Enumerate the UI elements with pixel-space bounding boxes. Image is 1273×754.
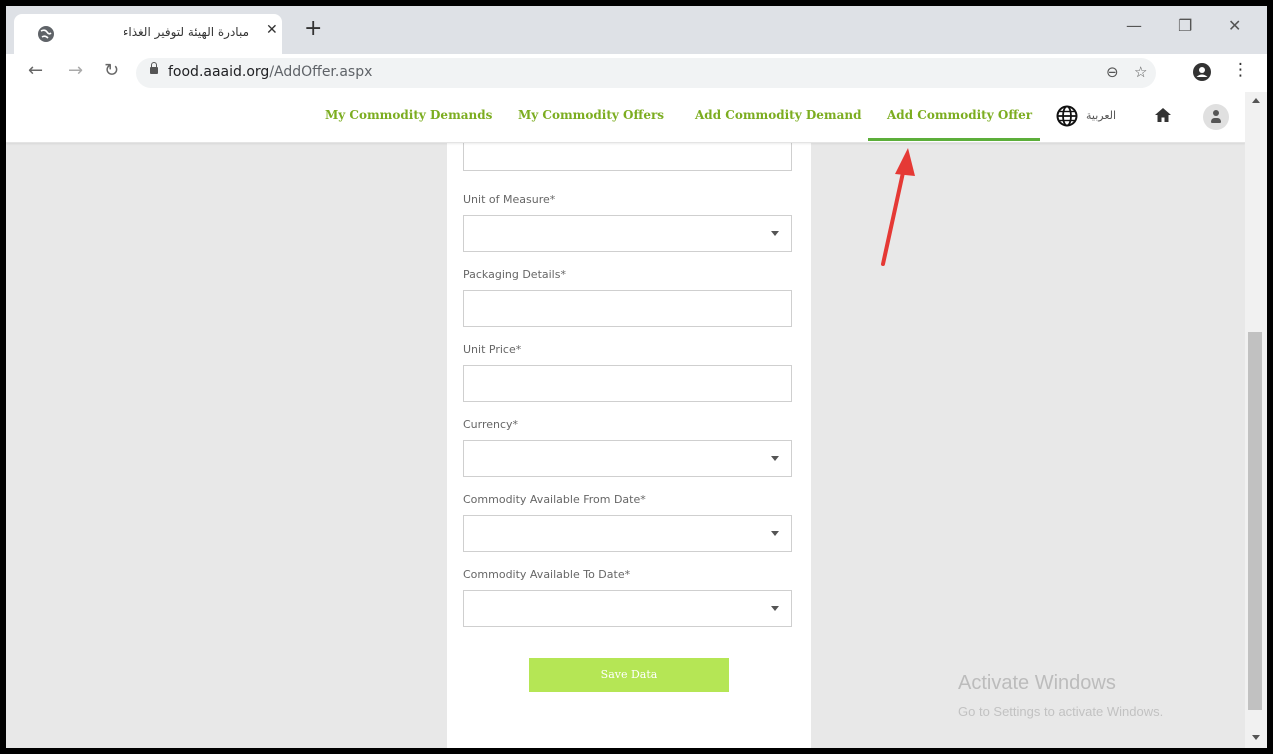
browser-toolbar: ← → ↻ food.aaaid.org/AddOffer.aspx ⊖ ☆ ⋮ <box>6 54 1267 93</box>
new-tab-button[interactable]: + <box>304 18 322 40</box>
scroll-thumb[interactable] <box>1248 332 1262 710</box>
lock-icon <box>150 62 158 74</box>
chevron-down-icon <box>771 606 779 611</box>
minimize-icon[interactable]: — <box>1126 16 1142 35</box>
unit-of-measure-label: Unit of Measure* <box>463 193 556 206</box>
nav-my-commodity-demands[interactable]: My Commodity Demands <box>325 108 492 122</box>
forward-icon[interactable]: → <box>68 60 83 81</box>
available-from-date-label: Commodity Available From Date* <box>463 493 646 506</box>
activate-windows-title: Activate Windows <box>958 672 1116 694</box>
restore-icon[interactable]: ❐ <box>1178 16 1192 35</box>
language-switch[interactable]: العربية <box>1086 109 1116 122</box>
globe-language-icon[interactable] <box>1056 105 1078 127</box>
user-avatar-icon[interactable] <box>1203 104 1229 130</box>
packaging-details-label: Packaging Details* <box>463 268 566 281</box>
available-to-date-label: Commodity Available To Date* <box>463 568 631 581</box>
url-path: /AddOffer.aspx <box>269 64 373 80</box>
unit-of-measure-select[interactable] <box>463 215 792 252</box>
tab-title: مبادرة الهيئة لتوفير الغذاء <box>124 25 249 39</box>
currency-select[interactable] <box>463 440 792 477</box>
star-icon[interactable]: ☆ <box>1134 63 1147 81</box>
tab-strip: مبادرة الهيئة لتوفير الغذاء ✕ + — ❐ ✕ <box>6 6 1267 54</box>
unit-price-input[interactable] <box>463 365 792 402</box>
chevron-down-icon <box>771 231 779 236</box>
chevron-down-icon <box>771 531 779 536</box>
address-bar[interactable]: food.aaaid.org/AddOffer.aspx ⊖ ☆ <box>136 58 1156 88</box>
save-data-button[interactable]: Save Data <box>529 658 729 692</box>
back-icon[interactable]: ← <box>28 60 43 81</box>
scroll-up-icon[interactable] <box>1252 98 1260 103</box>
zoom-icon[interactable]: ⊖ <box>1106 63 1119 81</box>
site-navbar: My Commodity Demands My Commodity Offers… <box>6 92 1245 143</box>
reload-icon[interactable]: ↻ <box>104 60 119 81</box>
scroll-down-icon[interactable] <box>1252 735 1260 740</box>
browser-window: مبادرة الهيئة لتوفير الغذاء ✕ + — ❐ ✕ ← … <box>6 6 1267 748</box>
home-icon[interactable] <box>1154 106 1172 124</box>
available-to-date-select[interactable] <box>463 590 792 627</box>
packaging-details-input[interactable] <box>463 290 792 327</box>
close-icon[interactable]: ✕ <box>1228 16 1241 35</box>
profile-icon[interactable] <box>1192 62 1212 82</box>
currency-label: Currency* <box>463 418 519 431</box>
nav-my-commodity-offers[interactable]: My Commodity Offers <box>518 108 664 122</box>
tab-close-icon[interactable]: ✕ <box>266 22 278 38</box>
chevron-down-icon <box>771 456 779 461</box>
menu-icon[interactable]: ⋮ <box>1232 60 1249 80</box>
browser-tab[interactable]: مبادرة الهيئة لتوفير الغذاء ✕ <box>14 14 282 54</box>
page-scrollbar[interactable] <box>1245 92 1267 748</box>
url-domain: food.aaaid.org <box>168 64 270 80</box>
available-from-date-select[interactable] <box>463 515 792 552</box>
page-content: My Commodity Demands My Commodity Offers… <box>6 92 1245 748</box>
url-text: food.aaaid.org/AddOffer.aspx <box>168 64 372 80</box>
globe-icon <box>38 26 54 42</box>
activate-windows-subtitle: Go to Settings to activate Windows. <box>958 704 1164 719</box>
unit-price-label: Unit Price* <box>463 343 522 356</box>
nav-add-commodity-demand[interactable]: Add Commodity Demand <box>695 108 862 122</box>
active-nav-indicator <box>868 138 1040 141</box>
nav-add-commodity-offer[interactable]: Add Commodity Offer <box>887 108 1032 122</box>
offer-form-card: Unit of Measure* Packaging Details* Unit… <box>447 134 811 748</box>
